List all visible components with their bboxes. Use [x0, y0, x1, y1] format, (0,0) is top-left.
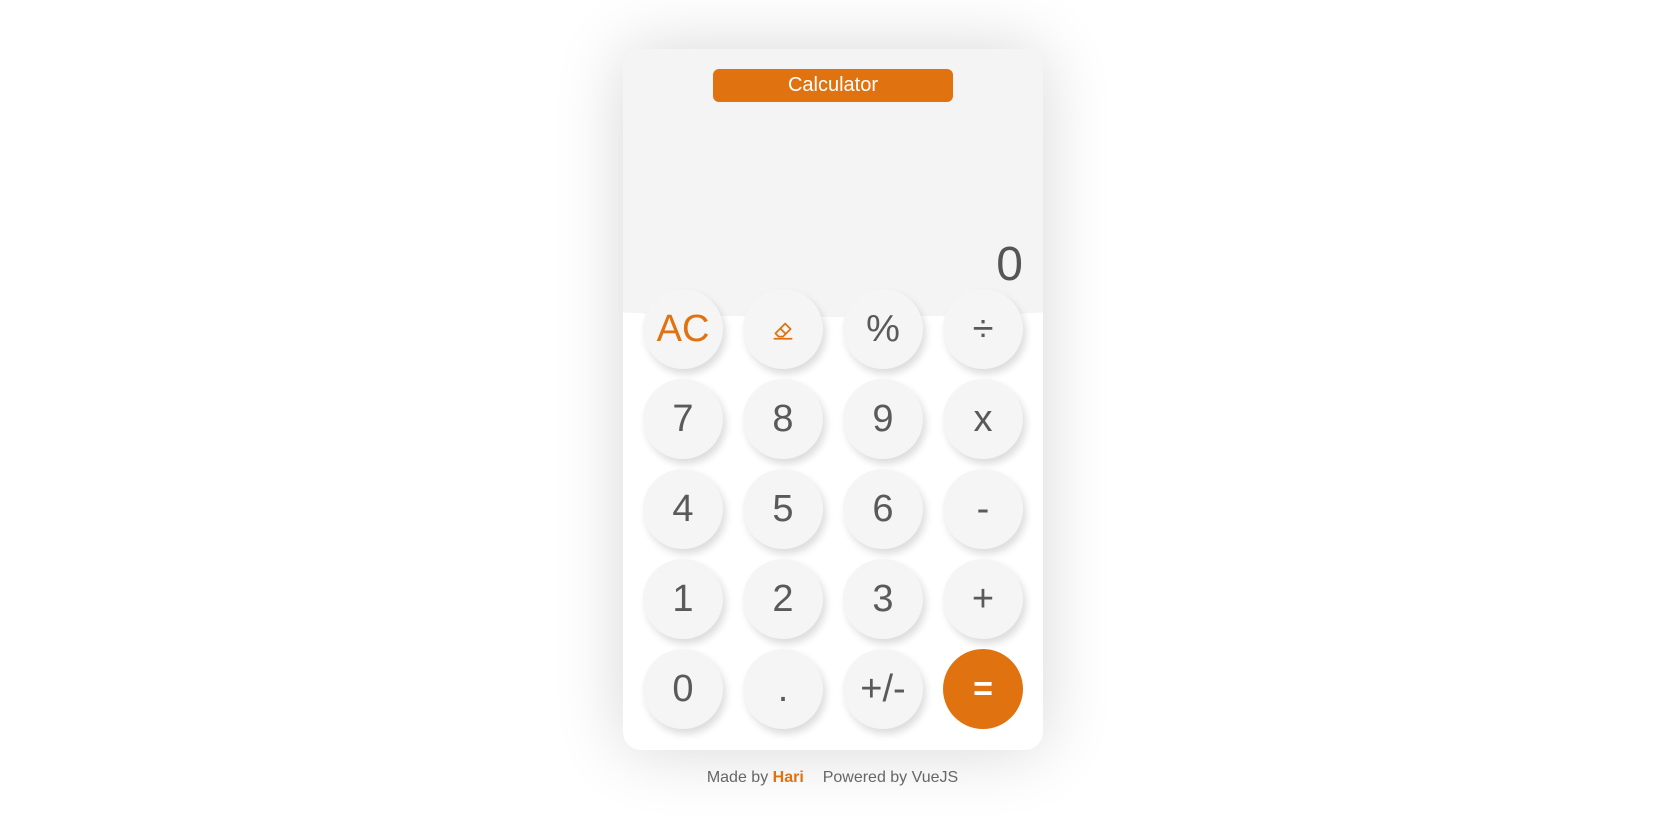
calculator-title: Calculator	[713, 69, 953, 102]
footer: Made by Hari Powered by VueJS	[0, 769, 1665, 787]
digit-0-button[interactable]: 0	[643, 649, 723, 729]
digit-1-button[interactable]: 1	[643, 559, 723, 639]
keypad: AC % ÷ 7 8 9 x 4 5 6 - 1 2 3 + 0 . +/- =	[643, 289, 1023, 729]
powered-by-text: Powered by VueJS	[822, 769, 959, 786]
divide-button[interactable]: ÷	[943, 289, 1023, 369]
decimal-button[interactable]: .	[743, 649, 823, 729]
digit-3-button[interactable]: 3	[843, 559, 923, 639]
made-by-text: Made by	[706, 769, 769, 786]
negate-button[interactable]: +/-	[843, 649, 923, 729]
calculator-card: Calculator 0 AC % ÷ 7 8 9 x 4 5 6 - 1 2 …	[623, 49, 1043, 750]
digit-6-button[interactable]: 6	[843, 469, 923, 549]
digit-7-button[interactable]: 7	[643, 379, 723, 459]
result-display: 0	[996, 238, 1023, 291]
subtract-button[interactable]: -	[943, 469, 1023, 549]
author-link[interactable]: Hari	[773, 769, 804, 786]
clear-button[interactable]: AC	[643, 289, 723, 369]
digit-9-button[interactable]: 9	[843, 379, 923, 459]
digit-2-button[interactable]: 2	[743, 559, 823, 639]
eraser-icon	[773, 322, 793, 340]
percent-button[interactable]: %	[843, 289, 923, 369]
equals-button[interactable]: =	[943, 649, 1023, 729]
backspace-button[interactable]	[743, 289, 823, 369]
digit-8-button[interactable]: 8	[743, 379, 823, 459]
add-button[interactable]: +	[943, 559, 1023, 639]
multiply-button[interactable]: x	[943, 379, 1023, 459]
digit-5-button[interactable]: 5	[743, 469, 823, 549]
digit-4-button[interactable]: 4	[643, 469, 723, 549]
